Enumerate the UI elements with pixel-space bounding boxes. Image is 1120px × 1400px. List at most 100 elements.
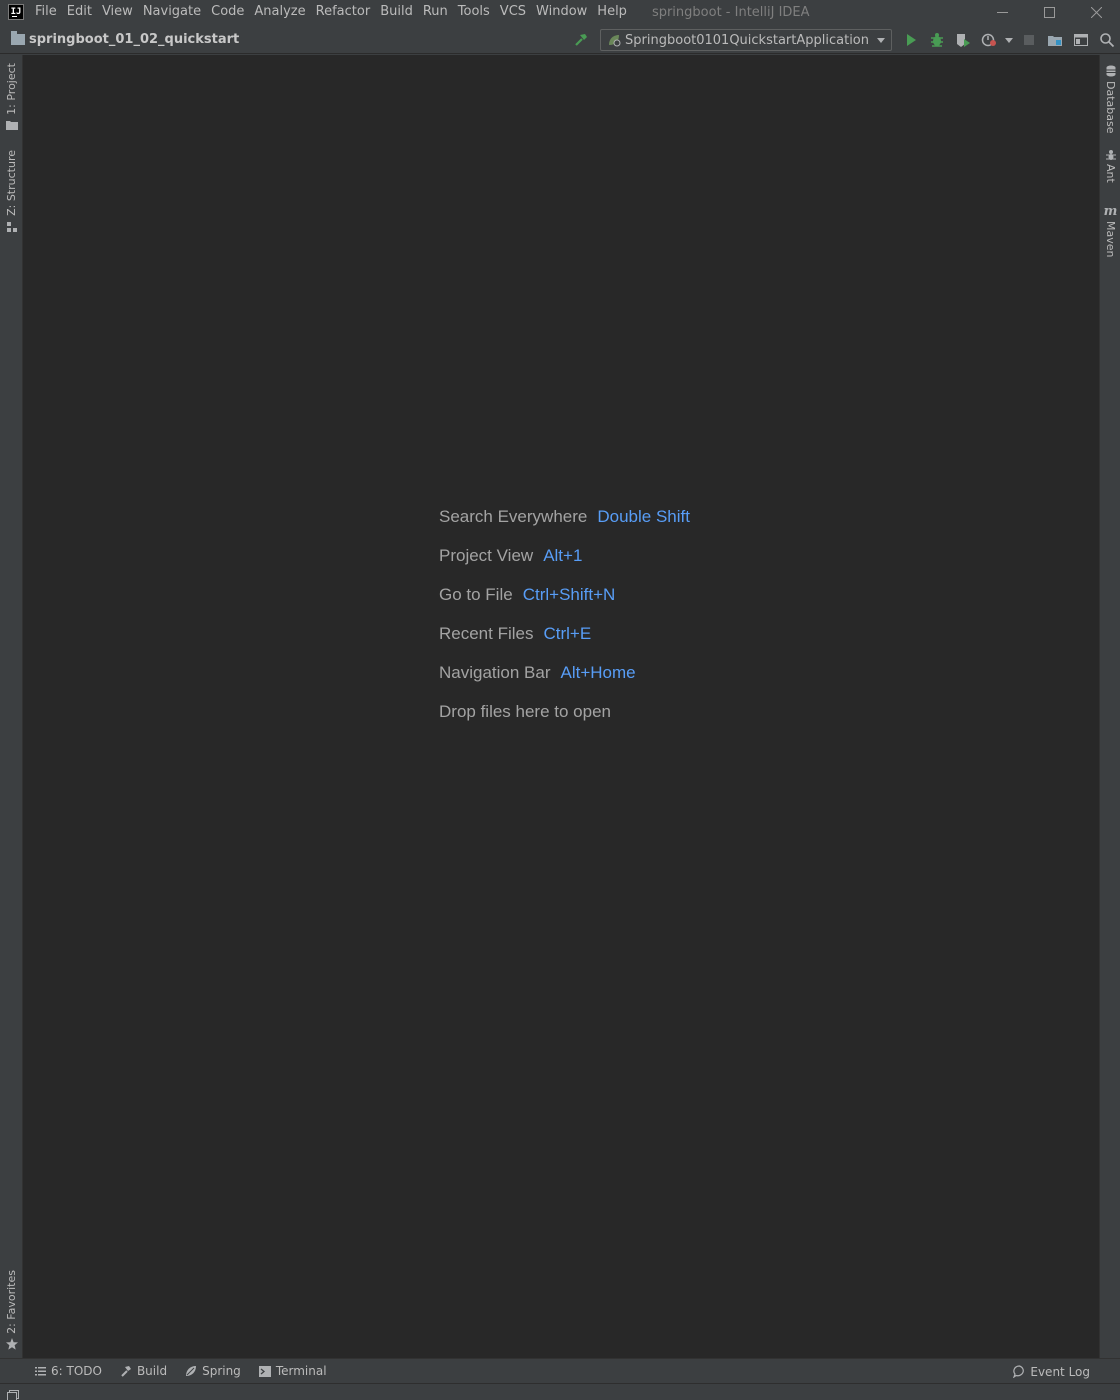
tool-tab-project[interactable]: 1: Project: [0, 63, 23, 130]
run-icon: [907, 34, 916, 46]
stop-button[interactable]: [1016, 27, 1042, 53]
menu-vcs[interactable]: VCS: [495, 0, 531, 24]
menu-view-label: View: [101, 4, 133, 19]
hint-shortcut: Ctrl+Shift+N: [522, 585, 616, 604]
tool-tab-todo[interactable]: 6: TODO: [33, 1364, 108, 1378]
menu-refactor-label: Refactor: [315, 4, 371, 19]
tool-tab-todo-label: 6: TODO: [51, 1364, 102, 1378]
menu-tools[interactable]: Tools: [453, 0, 495, 24]
menu-window[interactable]: Window: [531, 0, 592, 24]
maven-icon: m: [1103, 204, 1118, 219]
stop-icon: [1024, 35, 1034, 45]
bug-icon: [931, 33, 943, 47]
bottom-tool-bar: 6: TODO Build Spring Terminal Event Log: [0, 1358, 1120, 1383]
tool-tab-structure-label: Z: Structure: [5, 150, 18, 216]
menu-code-label: Code: [211, 4, 245, 19]
close-icon: [1091, 6, 1102, 18]
menu-help[interactable]: Help: [592, 0, 632, 24]
editor-empty-area[interactable]: Search Everywhere Double Shift Project Vi…: [23, 55, 1100, 1358]
breadcrumb-project[interactable]: springboot_01_02_quickstart: [29, 32, 239, 47]
hint-label: Recent Files: [439, 624, 534, 643]
hammer-icon: [120, 1365, 132, 1377]
structure-icon: [6, 221, 17, 232]
run-configuration-selector[interactable]: Springboot0101QuickstartApplication: [600, 29, 892, 51]
hint-label: Search Everywhere: [439, 507, 588, 526]
run-button[interactable]: [898, 27, 924, 53]
minimize-button[interactable]: [979, 0, 1026, 24]
menu-view[interactable]: View: [97, 0, 138, 24]
tool-tab-favorites[interactable]: 2: Favorites: [0, 1270, 23, 1350]
menu-analyze-label: Analyze: [254, 4, 306, 19]
window-layout-icon: [1074, 34, 1088, 46]
menu-edit[interactable]: Edit: [62, 0, 97, 24]
presentation-mode-button[interactable]: [1068, 27, 1094, 53]
menu-refactor[interactable]: Refactor: [311, 0, 376, 24]
event-log-icon: [1013, 1365, 1026, 1378]
profiler-button[interactable]: [976, 27, 1002, 53]
hint-drop-files: Drop files here to open: [439, 699, 690, 738]
tool-windows-icon: [7, 1390, 19, 1400]
menu-tools-label: Tools: [457, 4, 490, 19]
hammer-icon: [575, 34, 588, 46]
navigation-bar: springboot_01_02_quickstart Springboot01…: [0, 26, 1120, 54]
maximize-icon: [1044, 6, 1055, 18]
tool-tab-spring[interactable]: Spring: [183, 1364, 247, 1378]
tool-tab-maven-label: Maven: [1104, 221, 1117, 258]
build-project-button[interactable]: [568, 27, 594, 53]
menu-help-label: Help: [597, 4, 627, 19]
tool-tab-terminal[interactable]: Terminal: [257, 1364, 333, 1378]
hint-label: Go to File: [439, 585, 513, 604]
menu-file[interactable]: File: [30, 0, 62, 24]
menu-navigate[interactable]: Navigate: [138, 0, 206, 24]
chevron-down-icon: [877, 37, 885, 43]
spring-leaf-icon: [185, 1365, 197, 1377]
window-controls: [979, 0, 1120, 24]
hint-navigation-bar: Navigation Bar Alt+Home: [439, 660, 690, 699]
minimize-icon: [997, 11, 1008, 13]
star-icon: [5, 1337, 18, 1350]
profiler-dropdown[interactable]: [1002, 27, 1016, 53]
menu-build[interactable]: Build: [375, 0, 418, 24]
hint-shortcut: Alt+1: [543, 546, 583, 565]
run-with-coverage-button[interactable]: [950, 27, 976, 53]
spring-boot-config-icon: [609, 35, 621, 47]
app-icon-text: IJ: [10, 7, 22, 17]
tool-tab-build[interactable]: Build: [118, 1364, 173, 1378]
project-structure-icon: [1048, 36, 1062, 46]
hint-label: Project View: [439, 546, 534, 565]
tool-tab-database-label: Database: [1104, 81, 1117, 134]
tool-tab-spring-label: Spring: [202, 1364, 241, 1378]
tool-tab-ant[interactable]: Ant: [1100, 149, 1120, 183]
tool-tab-maven[interactable]: m Maven: [1100, 204, 1120, 258]
menu-file-label: File: [35, 4, 57, 19]
maximize-button[interactable]: [1026, 0, 1073, 24]
profiler-icon: [981, 33, 996, 47]
terminal-icon: [258, 1365, 271, 1377]
right-tool-stripe: Database Ant m Maven: [1099, 55, 1120, 1358]
menu-run[interactable]: Run: [418, 0, 453, 24]
tool-tab-database[interactable]: Database: [1100, 65, 1120, 134]
window-title: springboot - IntelliJ IDEA: [651, 4, 810, 20]
hint-go-to-file: Go to File Ctrl+Shift+N: [439, 582, 690, 621]
menu-analyze[interactable]: Analyze: [249, 0, 310, 24]
intellij-logo-icon[interactable]: IJ: [8, 4, 24, 20]
menu-window-label: Window: [536, 4, 588, 19]
menu-navigate-label: Navigate: [142, 4, 202, 19]
tool-tab-event-log[interactable]: Event Log: [1013, 1359, 1090, 1384]
search-icon: [1100, 33, 1115, 48]
menu-edit-label: Edit: [66, 4, 92, 19]
close-window-button[interactable]: [1073, 0, 1120, 24]
tool-tab-favorites-label: 2: Favorites: [5, 1270, 18, 1334]
status-bar: [0, 1383, 1120, 1400]
tool-tab-build-label: Build: [136, 1364, 168, 1378]
database-icon: [1106, 65, 1115, 77]
tool-tab-ant-label: Ant: [1104, 164, 1117, 183]
list-icon: [35, 1366, 46, 1376]
menu-code[interactable]: Code: [206, 0, 249, 24]
project-structure-button[interactable]: [1042, 27, 1068, 53]
toggle-tool-windows-button[interactable]: [7, 1386, 19, 1400]
hint-search-everywhere: Search Everywhere Double Shift: [439, 504, 690, 543]
search-everywhere-button[interactable]: [1094, 27, 1120, 53]
debug-button[interactable]: [924, 27, 950, 53]
tool-tab-structure[interactable]: Z: Structure: [0, 150, 23, 233]
